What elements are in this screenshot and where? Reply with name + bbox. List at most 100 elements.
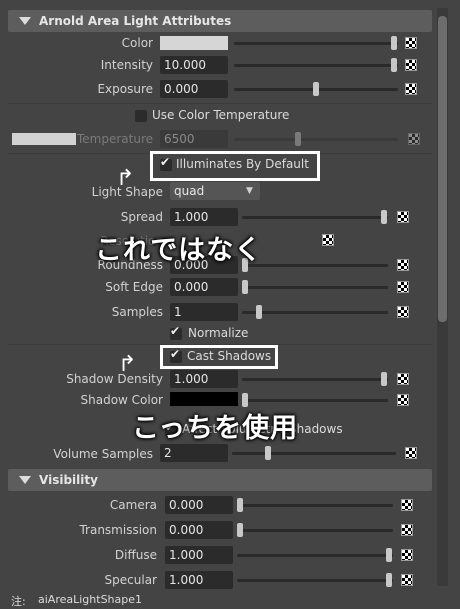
specular-slider-handle[interactable] [386,573,392,587]
samples-slider-handle[interactable] [256,305,262,319]
transmission-slider-handle[interactable] [237,523,243,537]
diffuse-label: Diffuse [114,548,157,562]
samples-label: Samples [111,305,163,319]
transmission-slider-track[interactable] [237,529,393,532]
roundness-slider-track[interactable] [242,264,388,267]
checkmark-icon: ✔ [170,324,181,338]
soft-edge-slider-handle[interactable] [242,280,248,294]
spread-map-button-icon[interactable] [397,211,409,223]
intensity-field[interactable]: 10.000 [160,56,228,74]
volume-samples-slider-handle[interactable] [265,446,271,460]
samples-map-button-icon[interactable] [397,306,409,318]
footer-prefix: 注: [11,595,26,608]
diffuse-slider-track[interactable] [237,554,393,557]
exposure-slider-handle[interactable] [313,82,319,96]
section-header-visibility[interactable]: Visibility [8,469,432,491]
temperature-label: Temperature [76,132,153,146]
section-title: Arnold Area Light Attributes [39,14,232,28]
soft-edge-field[interactable]: 0.000 [170,278,238,296]
illuminates-by-default-label: Illuminates By Default [176,157,309,171]
scrollbar-thumb[interactable] [438,16,447,322]
spread-slider-handle[interactable] [381,210,387,224]
normalize-label: Normalize [188,326,249,340]
checkmark-icon: ✔ [170,347,181,361]
shadow-density-slider-handle[interactable] [381,372,387,386]
camera-slider-track[interactable] [237,504,393,507]
shadow-color-slider-handle[interactable] [242,393,248,407]
specular-map-button-icon[interactable] [401,574,413,586]
soft-edge-slider-track[interactable] [242,286,388,289]
annotation-not-this: これではなく [95,235,263,266]
cast-shadows-checkbox[interactable]: ✔ [170,347,182,363]
section-header-arnold-area-light[interactable]: Arnold Area Light Attributes [8,10,432,32]
spread-label: Spread [120,210,163,224]
shadow-color-map-button-icon[interactable] [397,394,409,406]
soft-edge-map-button-icon[interactable] [397,281,409,293]
roundness-map-button-icon[interactable] [397,259,409,271]
soft-edge-label: Soft Edge [105,280,163,294]
camera-label: Camera [109,498,157,512]
color-label: Color [121,36,153,50]
diffuse-slider-handle[interactable] [386,548,392,562]
annotation-use-this: こっちを使用 [132,413,299,444]
volume-samples-map-button-icon[interactable] [405,447,417,459]
transmission-map-button-icon[interactable] [401,524,413,536]
exposure-map-button-icon[interactable] [405,83,417,95]
volume-samples-label: Volume Samples [53,447,153,461]
resolution-map-button-icon[interactable] [322,234,334,246]
footer-node-name: aiAreaLightShape1 [38,593,143,606]
light-shape-label: Light Shape [91,185,163,199]
use-color-temperature-checkbox[interactable] [135,110,147,122]
specular-field[interactable]: 1.000 [165,571,233,589]
diffuse-field[interactable]: 1.000 [165,546,233,564]
attribute-editor: { "section1": {"title": "Arnold Area Lig… [0,0,460,608]
samples-slider-track[interactable] [242,311,388,314]
shadow-color-label: Shadow Color [80,393,164,407]
shadow-density-label: Shadow Density [66,372,163,386]
intensity-slider-track[interactable] [234,64,398,67]
shadow-density-slider-track[interactable] [242,378,388,381]
shadow-density-field[interactable]: 1.000 [170,370,238,388]
collapse-triangle-icon[interactable] [19,17,31,25]
samples-field[interactable]: 1 [170,303,238,321]
intensity-map-button-icon[interactable] [405,59,417,71]
section-title: Visibility [39,473,98,487]
spread-field[interactable]: 1.000 [170,208,238,226]
shadow-color-slider-track[interactable] [242,399,388,402]
dropdown-arrow-icon[interactable]: ▼ [246,186,253,196]
transmission-label: Transmission [79,523,157,537]
temperature-slider-handle [295,132,301,146]
cast-shadows-label: Cast Shadows [187,349,272,363]
temperature-slider-track [234,138,398,141]
checkmark-icon: ✔ [160,155,171,169]
camera-map-button-icon[interactable] [401,499,413,511]
camera-slider-handle[interactable] [237,498,243,512]
exposure-label: Exposure [97,82,153,96]
volume-samples-field[interactable]: 2 [160,444,228,462]
specular-slider-track[interactable] [237,579,393,582]
diffuse-map-button-icon[interactable] [401,549,413,561]
normalize-checkbox[interactable]: ✔ [170,324,182,340]
intensity-label: Intensity [100,58,153,72]
shadow-color-swatch[interactable] [170,392,238,406]
footer-bar: 注: aiAreaLightShape1 [0,589,460,608]
volume-samples-slider-track[interactable] [232,452,396,455]
temperature-field: 6500 [160,130,228,148]
specular-label: Specular [104,573,157,587]
transmission-field[interactable]: 0.000 [165,521,233,539]
temperature-map-button-icon [408,133,420,145]
exposure-field[interactable]: 0.000 [160,80,228,98]
color-swatch[interactable] [160,36,228,50]
spread-slider-track[interactable] [242,216,388,219]
illuminates-by-default-checkbox[interactable]: ✔ [160,155,172,171]
color-slider-handle[interactable] [391,36,397,50]
color-map-button-icon[interactable] [405,37,417,49]
use-color-temperature-label: Use Color Temperature [152,108,290,122]
collapse-triangle-icon[interactable] [19,476,31,484]
color-slider-track[interactable] [234,42,398,45]
camera-field[interactable]: 0.000 [165,496,233,514]
vertical-scrollbar[interactable] [437,8,448,586]
shadow-density-map-button-icon[interactable] [397,373,409,385]
intensity-slider-handle[interactable] [391,58,397,72]
separator [8,103,432,104]
